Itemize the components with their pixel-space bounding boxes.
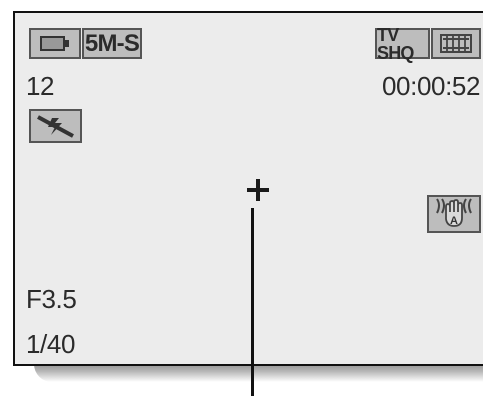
resolution-label: 5M-S — [84, 29, 140, 57]
quality-label: TV SHQ — [377, 24, 414, 63]
battery-icon — [29, 28, 81, 59]
center-focus-vertical — [256, 179, 260, 201]
film-strip-icon — [431, 28, 481, 59]
svg-text:A: A — [450, 215, 458, 227]
quality-badge: TV SHQ — [375, 24, 430, 63]
resolution-badge: 5M-S — [82, 28, 142, 59]
camera-lcd-illustration: 5M-S TV SHQ 12 00:00:52 A F3.5 1/40 — [0, 0, 483, 396]
shot-count: 12 — [26, 71, 55, 101]
camera-display: 5M-S TV SHQ 12 00:00:52 A F3.5 1/40 — [13, 11, 483, 366]
callout-line-vertical — [251, 208, 254, 396]
aperture-value: F3.5 — [26, 284, 77, 314]
flash-off-icon — [29, 109, 82, 143]
image-stabilizer-auto-icon: A — [427, 195, 481, 233]
recording-time: 00:00:52 — [382, 71, 481, 101]
shutter-speed-value: 1/40 — [26, 329, 76, 359]
